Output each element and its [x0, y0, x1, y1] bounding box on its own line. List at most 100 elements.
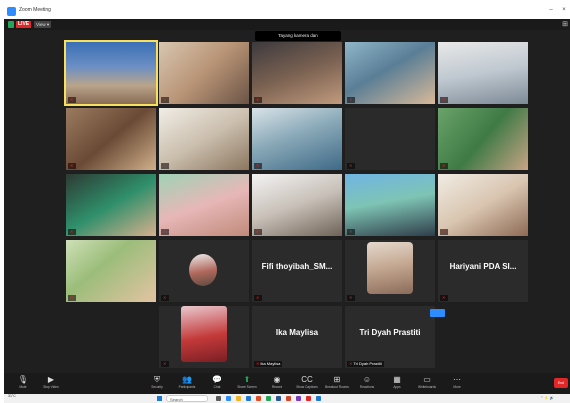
participant-tile[interactable]: ✕ [345, 42, 435, 104]
app-icon[interactable] [316, 396, 321, 401]
video-feed [159, 108, 249, 170]
whiteboards-button[interactable]: ▭ Whiteboards [414, 374, 440, 390]
participant-tile[interactable]: Hariyani PDA SI... ✕ [438, 240, 528, 302]
participant-name: ✕ [440, 163, 449, 169]
participant-tile[interactable]: ✕ [438, 42, 528, 104]
apps-button[interactable]: ▦ Apps [384, 374, 410, 390]
muted-mic-icon: ✕ [256, 361, 260, 366]
end-meeting-button[interactable]: End [554, 378, 568, 388]
muted-mic-icon: ✕ [442, 97, 446, 102]
camera-icon: ▶ [47, 375, 55, 384]
participant-tile[interactable]: ✕ [64, 40, 158, 106]
grid-view-icon[interactable]: ⊞ [562, 21, 568, 28]
participant-tile[interactable]: ✕ [252, 174, 342, 236]
muted-mic-icon: ✕ [70, 163, 74, 168]
weather-widget[interactable]: 31°C [8, 394, 16, 399]
participant-tile[interactable]: ✕ [345, 174, 435, 236]
participant-thumbnail [189, 254, 217, 286]
edge-icon[interactable] [246, 396, 251, 401]
participant-tile[interactable]: Ika Maylisa ✕Ika Maylisa [252, 306, 342, 368]
video-feed [66, 108, 156, 170]
reactions-icon: ☺ [362, 375, 372, 384]
participant-tile[interactable]: ✕ [159, 108, 249, 170]
record-button[interactable]: ◉ Record [264, 374, 290, 390]
muted-mic-icon: ✕ [256, 229, 260, 234]
zoom-window: Zoom Meeting – × LIVE View ▾ ⊞ Tayang ka… [4, 4, 570, 403]
participant-tile[interactable]: ✕ [159, 240, 249, 302]
video-feed [66, 240, 156, 302]
participant-tile[interactable]: ✕ [159, 42, 249, 104]
meeting-top-strip: LIVE View ▾ ⊞ [4, 19, 570, 30]
video-feed [438, 108, 528, 170]
taskbar-search-box[interactable]: Search [166, 395, 208, 402]
participant-name: ✕ [161, 163, 170, 169]
participant-tile[interactable]: ✕ [66, 240, 156, 302]
shield-icon: ⛨ [154, 375, 160, 384]
participants-button[interactable]: 👥 Participants [174, 374, 200, 390]
participant-tile[interactable]: ✕ [252, 42, 342, 104]
participant-name: ✕ [347, 229, 356, 235]
microphone-icon: 🎙 [17, 375, 29, 384]
zoom-app-icon [7, 7, 16, 16]
participant-name: ✕ [440, 229, 449, 235]
chrome-icon[interactable] [256, 396, 261, 401]
participant-tile[interactable]: ✕ [345, 108, 435, 170]
video-feed [252, 108, 342, 170]
video-feed [345, 174, 435, 236]
zoom-taskbar-icon[interactable] [226, 396, 231, 401]
task-view-icon[interactable] [216, 396, 221, 401]
participant-name: ✕ [440, 97, 449, 103]
live-badge[interactable]: LIVE [16, 21, 32, 28]
participant-tile[interactable]: ✕ [438, 108, 528, 170]
muted-mic-icon: ✕ [70, 229, 74, 234]
participant-name: ✕ [161, 97, 170, 103]
security-button[interactable]: ⛨ Security [144, 374, 170, 390]
participant-name: ✕Tri Dyah Prastiti [347, 361, 384, 367]
stop-video-button[interactable]: ▶ Stop Video [38, 374, 64, 390]
close-button[interactable]: × [559, 7, 569, 13]
excel-icon[interactable] [266, 396, 271, 401]
muted-mic-icon: ✕ [163, 295, 167, 300]
participant-tile[interactable]: ✕ [66, 174, 156, 236]
show-captions-button[interactable]: CC Show Captions [294, 374, 320, 390]
app-icon[interactable] [296, 396, 301, 401]
chat-button[interactable]: 💬 Chat [204, 374, 230, 390]
pin-menu-button[interactable] [430, 309, 445, 317]
participant-name: ✕ [68, 163, 77, 169]
muted-mic-icon: ✕ [163, 361, 167, 366]
app-icon[interactable] [306, 396, 311, 401]
chat-icon: 💬 [212, 375, 222, 384]
more-button[interactable]: ⋯ More [444, 374, 470, 390]
muted-mic-icon: ✕ [163, 229, 167, 234]
participant-thumbnail [367, 242, 413, 294]
video-feed [438, 42, 528, 104]
minimize-button[interactable]: – [546, 7, 556, 13]
window-title: Zoom Meeting [19, 7, 51, 13]
mute-button[interactable]: 🎙 Mute [10, 374, 36, 390]
windows-start-icon[interactable] [157, 396, 162, 401]
participant-tile[interactable]: Fifi thoyibah_SM... ✕ [252, 240, 342, 302]
participant-name: ✕ [254, 295, 263, 301]
participant-tile[interactable]: Tri Dyah Prastiti ✕Tri Dyah Prastiti [345, 306, 435, 368]
breakout-rooms-icon: ⊞ [333, 375, 341, 384]
file-explorer-icon[interactable] [236, 396, 241, 401]
view-button[interactable]: View ▾ [34, 21, 52, 28]
breakout-rooms-button[interactable]: ⊞ Breakout Rooms [324, 374, 350, 390]
participant-tile[interactable]: ✕ [252, 108, 342, 170]
participant-thumbnail [181, 306, 227, 362]
word-icon[interactable] [276, 396, 281, 401]
participant-tile[interactable]: ✕ [159, 174, 249, 236]
participant-tile[interactable]: ✕ [159, 306, 249, 368]
system-tray[interactable]: ⌃ ⚡ 🔊 [540, 396, 554, 400]
share-screen-button[interactable]: ⬆ Share Screen [234, 374, 260, 390]
participant-tile[interactable]: ✕ [66, 108, 156, 170]
video-feed [66, 42, 156, 104]
participant-tile[interactable]: ✕ [438, 174, 528, 236]
shield-icon[interactable] [8, 21, 14, 28]
participant-tile[interactable]: ✕ [345, 240, 435, 302]
reactions-button[interactable]: ☺ Reactions [354, 374, 380, 390]
participant-display-name: Ika Maylisa [275, 328, 319, 338]
powerpoint-icon[interactable] [286, 396, 291, 401]
notification-banner: Tayang kamera dan [255, 31, 341, 41]
video-feed [252, 42, 342, 104]
